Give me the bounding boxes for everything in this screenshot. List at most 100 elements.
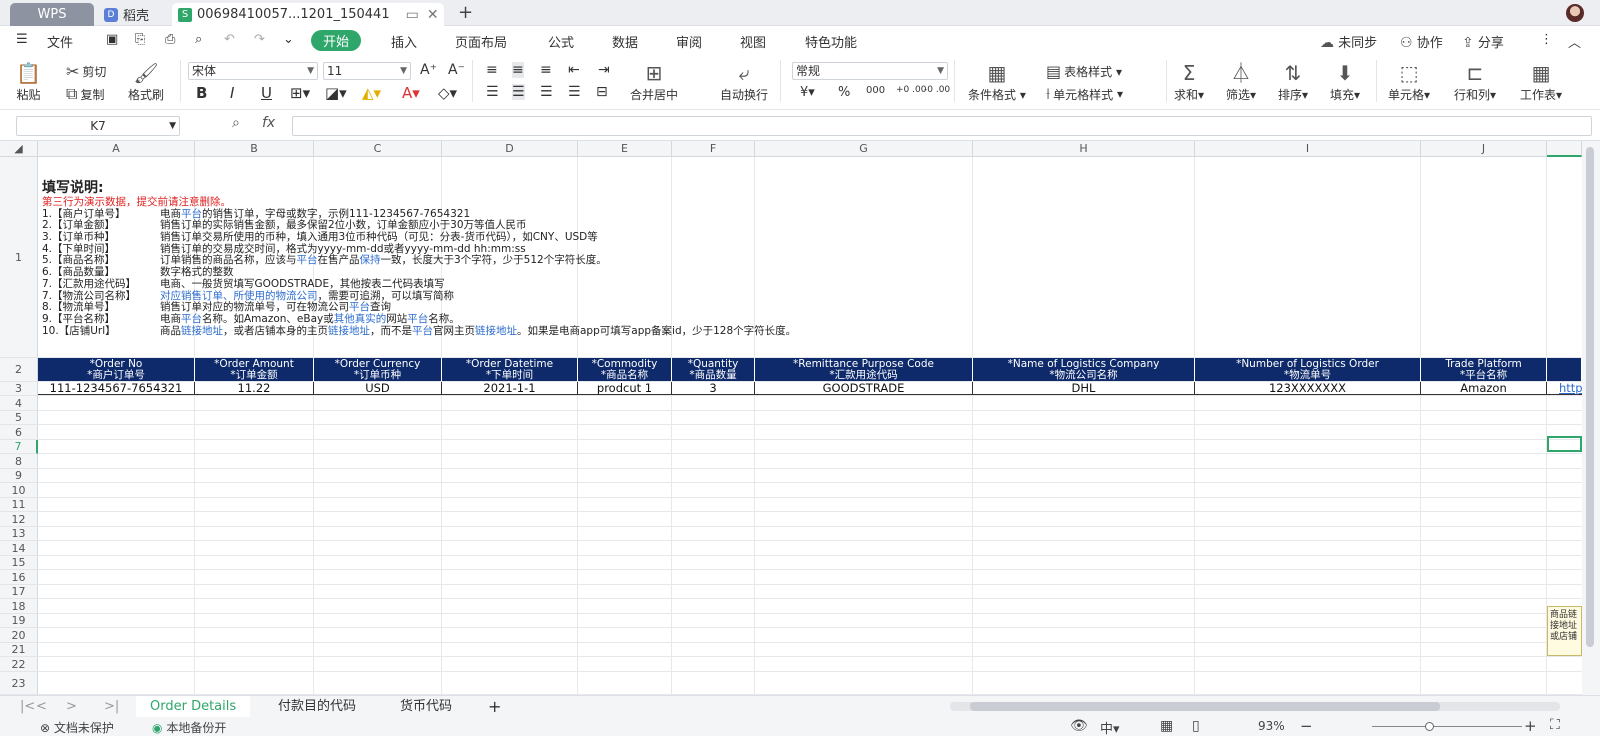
italic-button[interactable]: I <box>230 84 234 102</box>
align-bottom-icon[interactable]: ≡ <box>540 62 552 78</box>
row-header-11[interactable]: 11 <box>0 498 38 512</box>
thousands-button[interactable]: 000 <box>866 85 885 96</box>
menu-special[interactable]: 特色功能 <box>805 32 857 51</box>
add-tab-icon[interactable]: + <box>458 2 473 23</box>
font-select[interactable]: 宋体 ▼ <box>188 62 318 80</box>
sum-button[interactable]: Σ 求和▾ <box>1174 60 1204 103</box>
undo-icon[interactable]: ↶ <box>224 32 235 47</box>
table-cell[interactable]: http <box>1547 382 1582 395</box>
input-method-icon[interactable]: 中▾ <box>1100 718 1120 737</box>
eye-icon[interactable]: 👁 <box>1070 718 1088 734</box>
row-header-14[interactable]: 14 <box>0 541 38 556</box>
preview-icon[interactable]: ⌕ <box>195 32 202 47</box>
scroll-thumb[interactable] <box>1586 147 1594 647</box>
decimal-decrease-button[interactable]: -0 .00 <box>924 85 950 95</box>
column-header-f[interactable]: F <box>672 141 755 157</box>
merge-center-button[interactable]: ⊞ 合并居中 <box>630 60 678 103</box>
menu-insert[interactable]: 插入 <box>391 32 417 51</box>
highlight-icon[interactable]: ◭▾ <box>362 84 381 102</box>
menu-page-layout[interactable]: 页面布局 <box>455 32 507 51</box>
row-header-8[interactable]: 8 <box>0 454 38 469</box>
column-title[interactable] <box>1547 358 1582 381</box>
column-header-i[interactable]: I <box>1195 141 1421 157</box>
table-cell[interactable]: prodcut 1 <box>578 382 672 395</box>
column-header-h[interactable]: H <box>973 141 1195 157</box>
monitor-icon[interactable]: ▭ <box>406 7 419 23</box>
distribute-icon[interactable]: ⊟ <box>596 84 608 100</box>
collab-button[interactable]: ⚇ 协作 <box>1400 32 1443 51</box>
table-cell[interactable]: 111-1234567-7654321 <box>38 382 195 395</box>
row-header-6[interactable]: 6 <box>0 425 38 440</box>
row-header-21[interactable]: 21 <box>0 643 38 657</box>
column-title[interactable]: *Quantity *商品数量 <box>672 358 755 381</box>
close-icon[interactable]: ✕ <box>427 7 439 23</box>
column-header-e[interactable]: E <box>578 141 672 157</box>
decimal-increase-button[interactable]: +0 .00 <box>896 85 926 95</box>
column-header-b[interactable]: B <box>195 141 314 157</box>
fullscreen-icon[interactable]: ⛶ <box>1550 717 1560 733</box>
column-header-a[interactable]: A <box>38 141 195 157</box>
row-header-3[interactable]: 3 <box>0 382 38 396</box>
font-color-icon[interactable]: A▾ <box>402 84 420 102</box>
row-header-4[interactable]: 4 <box>0 396 38 411</box>
row-header-16[interactable]: 16 <box>0 570 38 585</box>
row-col-button[interactable]: ⊏ 行和列▾ <box>1454 60 1496 103</box>
sheet-tab-payment-code[interactable]: 付款目的代码 <box>264 696 370 717</box>
fill-button[interactable]: ⬇ 填充▾ <box>1330 60 1360 103</box>
table-cell[interactable]: Amazon <box>1421 382 1547 395</box>
next-sheet-icon[interactable]: > <box>60 696 83 717</box>
row-header-12[interactable]: 12 <box>0 512 38 527</box>
menu-formula[interactable]: 公式 <box>548 32 574 51</box>
wrap-text-button[interactable]: ⤶ 自动换行 <box>720 60 768 103</box>
row-header-5[interactable]: 5 <box>0 411 38 425</box>
vertical-scrollbar[interactable] <box>1582 141 1600 695</box>
justify-icon[interactable]: ☰ <box>568 84 581 100</box>
protect-status[interactable]: ⊗ 文档未保护 <box>40 719 114 736</box>
sync-button[interactable]: ☁ 未同步 <box>1320 32 1377 51</box>
font-shrink-icon[interactable]: A⁻ <box>448 62 465 78</box>
conditional-format-button[interactable]: ▦ 条件格式 ▾ <box>968 60 1026 103</box>
spreadsheet-grid[interactable]: ◢ ABCDEFGHIJ 1 2 3 4 5 6 7 8 9 10 11 12 13 14 15 16 17 18… <box>0 141 1582 695</box>
name-box[interactable]: K7 ▼ <box>16 116 180 136</box>
collapse-icon[interactable]: ︿ <box>1568 32 1581 51</box>
align-right-icon[interactable]: ☰ <box>540 84 553 100</box>
selected-cell[interactable] <box>1547 436 1582 452</box>
row-header-2[interactable]: 2 <box>0 358 38 382</box>
share-button[interactable]: ⇪ 分享 <box>1462 32 1504 51</box>
row-header-1[interactable]: 1 <box>0 157 38 358</box>
row-header-22[interactable]: 22 <box>0 657 38 672</box>
page-view-icon[interactable]: ▯ <box>1192 718 1200 734</box>
table-cell[interactable]: 2021-1-1 <box>442 382 578 395</box>
indent-decrease-icon[interactable]: ⇤ <box>568 62 580 78</box>
table-cell[interactable]: GOODSTRADE <box>755 382 973 395</box>
column-header-j[interactable]: J <box>1421 141 1547 157</box>
normal-view-icon[interactable]: ▦ <box>1160 718 1173 734</box>
underline-button[interactable]: U <box>261 84 272 102</box>
bold-button[interactable]: B <box>196 84 207 102</box>
table-style-button[interactable]: ▤ 表格样式 ▾ <box>1046 62 1122 81</box>
column-title[interactable]: *Order Datetime *下单时间 <box>442 358 578 381</box>
percent-button[interactable]: % <box>838 85 850 100</box>
save-icon[interactable]: ▣ <box>106 32 118 47</box>
column-header-c[interactable]: C <box>314 141 442 157</box>
column-header-k[interactable] <box>1547 141 1582 157</box>
row-header-15[interactable]: 15 <box>0 556 38 570</box>
menu-data[interactable]: 数据 <box>612 32 638 51</box>
row-header-17[interactable]: 17 <box>0 585 38 599</box>
formula-input[interactable] <box>292 116 1592 136</box>
avatar[interactable] <box>1566 4 1584 22</box>
cut-button[interactable]: ✂ 剪切 <box>66 62 106 81</box>
zoom-level[interactable]: 93% <box>1258 719 1285 733</box>
menu-file[interactable]: 文件 <box>47 32 73 51</box>
row-header-10[interactable]: 10 <box>0 483 38 498</box>
horizontal-scrollbar[interactable] <box>950 702 1560 711</box>
sheet-tab-currency-code[interactable]: 货币代码 <box>386 696 466 717</box>
column-title[interactable]: *Order Amount *订单金额 <box>195 358 314 381</box>
column-title[interactable]: *Commodity *商品名称 <box>578 358 672 381</box>
select-all-corner[interactable]: ◢ <box>0 141 38 157</box>
more-icon[interactable]: ⌄ <box>283 32 294 47</box>
column-title[interactable]: *Order No *商户订单号 <box>38 358 195 381</box>
column-title[interactable]: *Order Currency *订单币种 <box>314 358 442 381</box>
tab-daoke[interactable]: D 稻壳 <box>98 3 168 26</box>
row-header-7[interactable]: 7 <box>0 440 38 454</box>
